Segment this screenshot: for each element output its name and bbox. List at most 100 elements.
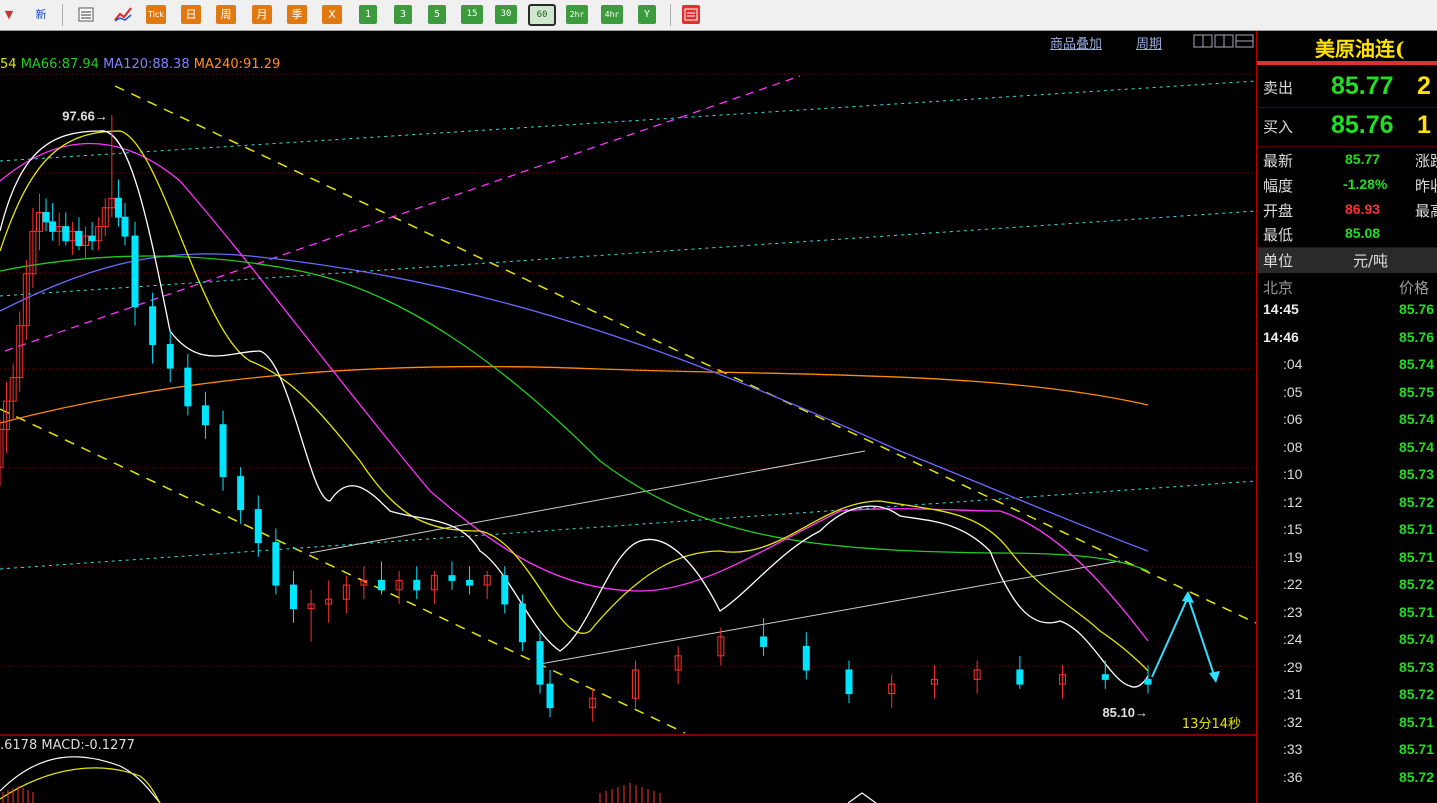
period-2hr-button[interactable]: 2hr [566,5,588,24]
tick-price: 85.76 [1398,301,1434,317]
day-button[interactable]: 日 [181,5,201,24]
tick-row: :32 85.71 [1257,714,1437,741]
kline-chart[interactable]: 97.66→ 85.10→ 13分14秒 商品叠加 周期 54 MA66:87.94… [0,31,1256,803]
tick-price: 85.71 [1398,603,1434,620]
candle-body [219,424,227,478]
toolbar-divider [670,4,671,26]
overlay-link[interactable]: 商品叠加 [1050,33,1102,52]
candle-body [201,405,209,426]
candle-body [1016,669,1024,685]
tick-time: :15 [1283,521,1303,537]
bar-countdown: 13分14秒 [1182,717,1241,732]
tick-row: :05 85.75 [1257,384,1437,411]
open-label: 开盘 [1263,202,1294,220]
tick-row: :06 85.74 [1257,411,1437,438]
period-60-button[interactable]: 60 [528,4,556,26]
period-link[interactable]: 周期 [1136,33,1162,52]
tick-row: 14:45 85.76 [1257,301,1437,328]
period-15-button[interactable]: 15 [461,5,483,24]
week-button[interactable]: 周 [216,5,236,24]
unit-label: 单位 [1263,252,1294,270]
month-button[interactable]: 月 [252,5,272,24]
buy-row: 买入 85.76 1 [1257,108,1437,147]
tick-price: 85.73 [1398,658,1434,675]
tick-price: 85.72 [1398,686,1434,702]
layout-icons[interactable] [1193,33,1254,49]
trendline-lower [0,408,686,734]
ma5-line [0,130,1149,688]
ma20-line [0,143,1149,642]
list-icon[interactable] [77,5,95,24]
tick-row: :10 85.73 [1257,466,1437,493]
macd-cross-mark [847,792,877,803]
tick-row: :22 85.72 [1257,576,1437,603]
period-5-button[interactable]: 5 [428,5,446,24]
latest-value: 85.77 [1345,151,1381,167]
instrument-title: 美原油连( [1315,37,1405,61]
year-button[interactable]: Y [638,5,656,24]
candle-body [546,683,554,709]
tick-price: 85.73 [1398,466,1434,482]
tick-row: :29 85.73 [1257,659,1437,686]
ticks-header: 北京 价格 [1257,275,1437,299]
tick-row: :33 85.71 [1257,741,1437,768]
latest-row: 最新 85.77 涨跌 [1257,147,1437,173]
tick-time: :10 [1283,466,1303,482]
chart-icon[interactable] [113,5,132,24]
candle-body [184,367,192,407]
tick-price: 85.74 [1398,438,1434,455]
tick-price: 85.72 [1398,768,1434,785]
candle-body [149,306,157,346]
candle-body [88,235,96,242]
filter-icon[interactable]: ▼ [0,5,18,24]
sell-label: 卖出 [1263,79,1294,97]
ma66-line [0,255,1149,572]
trendline-upper [114,85,1256,624]
candle-body [42,211,50,223]
sell-price: 85.77 [1331,72,1394,100]
x-button[interactable]: X [322,5,342,24]
candle-body [378,579,386,591]
title-underline [1257,61,1437,65]
period-4hr-button[interactable]: 4hr [601,5,623,24]
candle-body [62,226,70,242]
candle-body [1101,674,1109,680]
ma66-label: MA66:87.94 [20,57,99,72]
candle-body [131,235,139,308]
low-marker-label: 85.10→ [1102,705,1148,720]
tick-price: 85.74 [1398,631,1434,647]
tick-price: 85.72 [1398,493,1434,510]
sell-row: 卖出 85.77 2 [1257,69,1437,108]
quarter-button[interactable]: 季 [287,5,307,24]
tick-row: :08 85.74 [1257,439,1437,466]
tick-time: :32 [1283,713,1303,730]
low-value: 85.08 [1345,225,1381,241]
ma120-line [0,253,1149,552]
tick-price: 85.72 [1398,576,1434,592]
period-30-button[interactable]: 30 [495,5,517,24]
candle-body [1144,678,1152,685]
candle-body [114,197,122,218]
tick-time: :12 [1283,493,1303,510]
tick-row: :24 85.74 [1257,631,1437,658]
tick-price: 85.75 [1398,383,1434,400]
buy-label: 买入 [1263,118,1294,136]
tick-button[interactable]: Tick [146,5,166,24]
candle-body [536,641,544,685]
tick-row: 14:46 85.76 [1257,329,1437,356]
open-value: 86.93 [1345,201,1381,217]
tick-time: :08 [1283,438,1303,455]
macd-value-label: MACD:-0.1277 [41,738,135,753]
period-3-button[interactable]: 3 [394,5,412,24]
tick-row: :15 85.71 [1257,521,1437,548]
macd-legend: .6178 MACD:-0.1277 [0,738,135,753]
tick-time: :29 [1283,658,1303,675]
candle-body [413,579,421,591]
draw-tool-icon[interactable] [682,5,700,24]
macd-dea-line [0,767,161,803]
new-button[interactable]: 新 [32,5,50,24]
trendline-cyan-2 [0,210,1256,297]
period-1-button[interactable]: 1 [359,5,377,24]
tick-time: :19 [1283,548,1303,565]
price-header: 价格 [1399,279,1430,297]
